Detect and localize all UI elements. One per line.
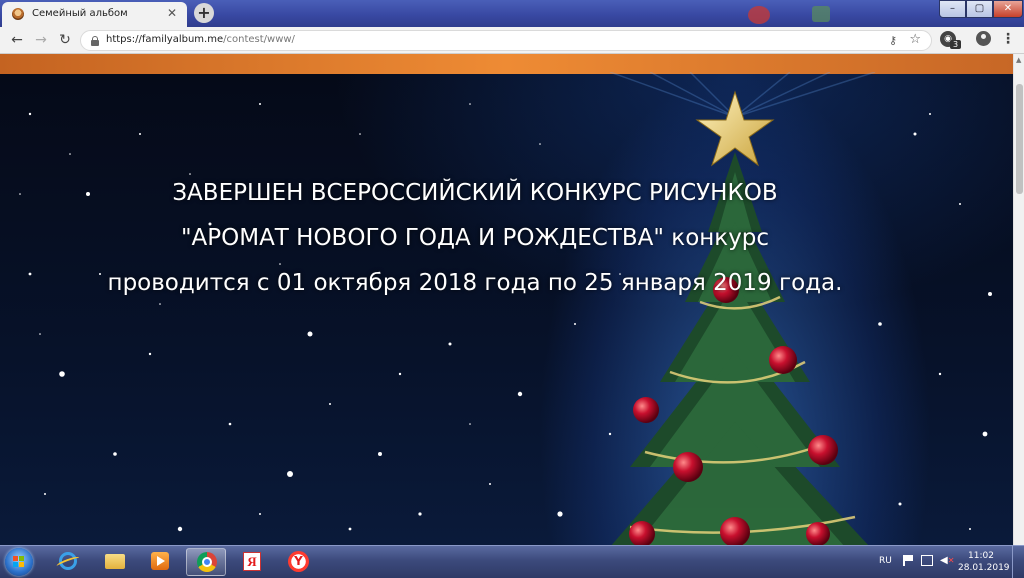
browser-tab[interactable]: Семейный альбом ✕: [2, 2, 187, 27]
taskbar-google-chrome[interactable]: [186, 548, 226, 576]
site-favicon-icon: [12, 8, 24, 20]
address-bar[interactable]: https://familyalbum.me/contest/www/ ⚷ ☆: [80, 30, 932, 51]
taskbar-yandex-browser[interactable]: Y: [278, 548, 318, 576]
yandex-icon: Я: [243, 552, 261, 571]
site-header-bar: [0, 54, 1013, 74]
system-clock[interactable]: 11:02 28.01.2019: [958, 550, 1010, 574]
reload-button[interactable]: ↻: [56, 31, 74, 49]
tab-close-icon[interactable]: ✕: [165, 6, 179, 20]
clock-time: 11:02: [968, 551, 994, 561]
maximize-button[interactable]: ▢: [966, 0, 993, 18]
volume-muted-icon[interactable]: ◀✕: [940, 555, 954, 566]
new-tab-button[interactable]: +: [194, 3, 214, 23]
headline-line-2: "АРОМАТ НОВОГО ГОДА И РОЖДЕСТВА" конкурс: [180, 225, 770, 251]
clock-date: 28.01.2019: [958, 563, 1010, 573]
windows-taskbar: Я Y RU ◀✕ 11:02 28.01.2019: [0, 545, 1024, 578]
headline-line-3: проводится с 01 октября 2018 года по 25 …: [107, 270, 843, 296]
media-player-icon: [151, 552, 169, 570]
start-button[interactable]: [5, 548, 33, 576]
christmas-tree-image: [609, 72, 876, 545]
browser-toolbar: ← → ↻ https://familyalbum.me/contest/www…: [0, 27, 1024, 54]
windows-logo-icon: [13, 556, 25, 568]
close-window-button[interactable]: ✕: [993, 0, 1023, 18]
minimize-button[interactable]: –: [939, 0, 966, 18]
headline-line-1: ЗАВЕРШЕН ВСЕРОССИЙСКИЙ КОНКУРС РИСУНКОВ: [172, 180, 778, 206]
forward-button[interactable]: →: [32, 31, 50, 49]
taskbar-internet-explorer[interactable]: [48, 548, 88, 576]
show-desktop-button[interactable]: [1012, 546, 1024, 578]
language-indicator[interactable]: RU: [879, 556, 892, 566]
bookmark-star-icon[interactable]: ☆: [909, 32, 921, 47]
taskbar-yandex[interactable]: Я: [232, 548, 272, 576]
tab-strip: Семейный альбом ✕ + – ▢ ✕: [0, 0, 1024, 27]
christmas-background: ЗАВЕРШЕН ВСЕРОССИЙСКИЙ КОНКУРС РИСУНКОВ …: [0, 72, 1013, 545]
url-path: /contest/www/: [223, 34, 295, 45]
chrome-icon: [197, 552, 217, 572]
extension-badge: 3: [950, 40, 962, 49]
scrollbar-thumb[interactable]: [1016, 84, 1023, 194]
contest-headline: ЗАВЕРШЕН ВСЕРОССИЙСКИЙ КОНКУРС РИСУНКОВ …: [60, 171, 890, 306]
internet-explorer-icon: [59, 552, 77, 570]
desktop-background-decoration: [812, 6, 830, 22]
page-viewport: ЗАВЕРШЕН ВСЕРОССИЙСКИЙ КОНКУРС РИСУНКОВ …: [0, 54, 1013, 545]
page-scrollbar[interactable]: ▲: [1013, 54, 1024, 545]
taskbar-media-player[interactable]: [140, 548, 180, 576]
taskbar-file-explorer[interactable]: [95, 548, 135, 576]
profile-icon[interactable]: [976, 31, 991, 46]
back-button[interactable]: ←: [8, 31, 26, 49]
yandex-browser-icon: Y: [288, 551, 309, 572]
menu-icon[interactable]: ⋮: [1001, 31, 1015, 47]
folder-icon: [105, 554, 125, 569]
desktop-background-decoration: [748, 6, 770, 24]
lock-icon[interactable]: [91, 36, 99, 46]
tab-title: Семейный альбом: [32, 8, 128, 19]
scroll-up-arrow-icon[interactable]: ▲: [1016, 56, 1021, 64]
network-icon[interactable]: [921, 555, 933, 566]
action-center-flag-icon[interactable]: [903, 555, 915, 566]
url-text: https://familyalbum.me/contest/www/: [106, 34, 295, 45]
key-icon[interactable]: ⚷: [889, 34, 897, 47]
url-host: https://familyalbum.me: [106, 34, 224, 45]
